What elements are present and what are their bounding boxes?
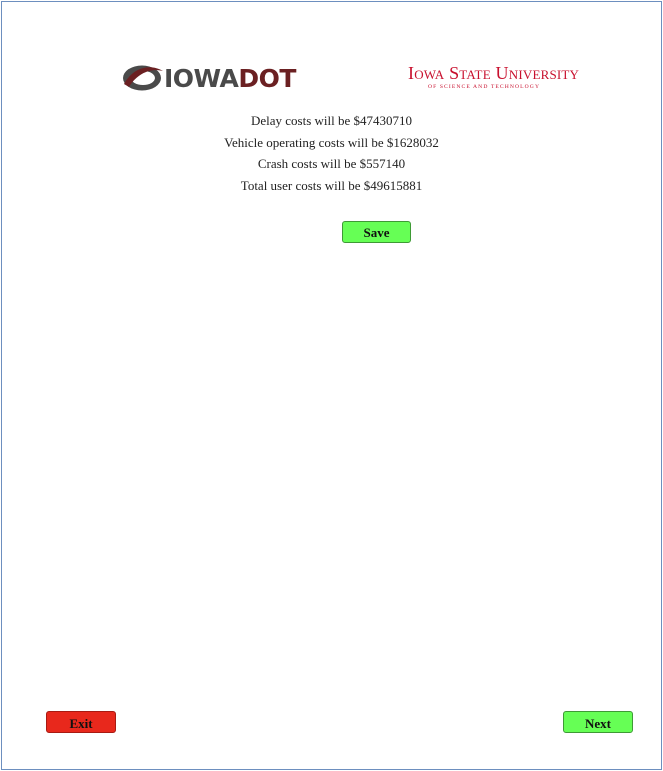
isu-logo-tagline: OF SCIENCE AND TECHNOLOGY xyxy=(428,84,541,90)
dot-logo-dot-text: DOT xyxy=(238,63,296,93)
cost-results: Delay costs will be $47430710 Vehicle op… xyxy=(2,110,661,196)
next-button[interactable]: Next xyxy=(563,711,633,733)
delay-costs-text: Delay costs will be $47430710 xyxy=(250,113,413,128)
isu-logo-name: Iowa State University xyxy=(408,63,580,83)
dot-logo-iowa-text: IOWA xyxy=(164,63,239,93)
iowa-dot-logo: IOWA DOT xyxy=(120,61,296,95)
iowa-state-university-logo: Iowa State University OF SCIENCE AND TEC… xyxy=(408,64,598,90)
logo-header: IOWA DOT Iowa State University OF SCIENCE… xyxy=(2,58,661,98)
save-button[interactable]: Save xyxy=(342,221,411,243)
crash-costs-text: Crash costs will be $557140 xyxy=(257,156,406,171)
vehicle-operating-costs-text: Vehicle operating costs will be $1628032 xyxy=(224,134,439,150)
exit-button[interactable]: Exit xyxy=(46,711,116,733)
app-window: IOWA DOT Iowa State University OF SCIENCE… xyxy=(1,1,662,770)
iowa-dot-swoosh-icon xyxy=(123,65,163,91)
total-user-costs-text: Total user costs will be $49615881 xyxy=(240,177,423,193)
